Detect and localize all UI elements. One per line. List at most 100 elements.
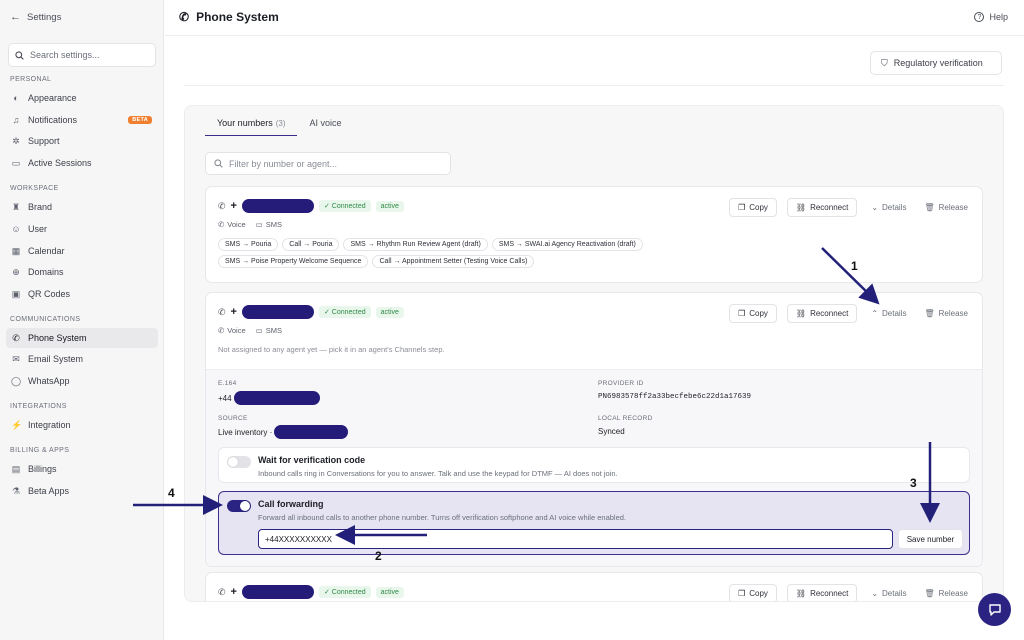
sidebar-item-email-system[interactable]: ✉ Email System — [6, 349, 158, 369]
provider-id-label: PROVIDER ID — [598, 380, 644, 387]
regulatory-verification-button[interactable]: ⛉ Regulatory verification — [870, 51, 1002, 75]
sidebar-item-active-sessions[interactable]: ▭ Active Sessions — [6, 153, 158, 173]
assignment-chip: Call → Appointment Setter (Testing Voice… — [372, 255, 535, 268]
phone-icon: ✆ — [218, 326, 225, 335]
assignment-chip: SMS → SWAI.ai Agency Reactivation (draft… — [491, 238, 643, 251]
option-description: Inbound calls ring in Conversations for … — [258, 469, 618, 478]
e164-prefix: +44 — [218, 393, 232, 403]
sidebar-item-label: Beta Apps — [28, 486, 70, 496]
search-icon — [15, 50, 24, 60]
sidebar-item-billings[interactable]: ▤ Billings — [6, 459, 158, 479]
connected-badge: ✓ Connected — [318, 200, 371, 212]
redacted-number — [241, 305, 314, 319]
sidebar-item-appearance[interactable]: ◐ Appearance — [6, 88, 158, 108]
sidebar-item-whatsapp[interactable]: ◯ WhatsApp — [6, 371, 158, 391]
section-integrations: INTEGRATIONS — [10, 403, 67, 410]
copy-button[interactable]: ❐ Copy — [729, 198, 777, 217]
sidebar-item-beta-apps[interactable]: ⚗ Beta Apps — [6, 481, 158, 501]
sidebar-item-label: Appearance — [28, 93, 77, 103]
assignment-chips: SMS → Pouria Call → Pouria SMS → Rhythm … — [218, 238, 678, 268]
help-button[interactable]: ? Help — [974, 12, 1008, 22]
details-label: Details — [882, 203, 907, 212]
tab-label: AI voice — [309, 118, 342, 128]
sidebar-item-label: Email System — [28, 354, 84, 364]
chat-button[interactable] — [978, 593, 1011, 626]
sidebar-item-label: Notifications — [28, 115, 78, 125]
reconnect-button[interactable]: ⛓ Reconnect — [786, 304, 858, 323]
plug-icon: ⚡ — [11, 419, 23, 430]
help-circle-icon: ? — [974, 12, 985, 22]
source-label: SOURCE — [218, 415, 248, 422]
sidebar-item-label: Support — [28, 136, 60, 146]
copy-button[interactable]: ❐ Copy — [729, 304, 777, 323]
message-icon: ▭ — [255, 220, 263, 229]
details-button[interactable]: ⌃ Details — [867, 309, 910, 318]
assignment-chip: SMS → Rhythm Run Review Agent (draft) — [343, 238, 488, 251]
call-forwarding-toggle[interactable] — [227, 500, 251, 512]
sidebar-item-integration[interactable]: ⚡ Integration — [6, 415, 158, 435]
filter-input[interactable]: Filter by number or agent... — [205, 152, 451, 175]
sidebar-item-brand[interactable]: ♜ Brand — [6, 197, 158, 217]
release-button[interactable]: 🗑 Release — [920, 589, 972, 598]
search-placeholder: Search settings... — [30, 50, 100, 60]
regulatory-label: Regulatory verification — [893, 58, 983, 68]
redacted-number — [233, 391, 320, 405]
tab-your-numbers[interactable]: Your numbers (3) — [205, 106, 298, 136]
divider — [184, 85, 1004, 86]
tab-count: (3) — [275, 119, 286, 128]
chevron-up-icon: ⌃ — [871, 309, 879, 318]
release-label: Release — [938, 309, 968, 318]
annotation-label-1: 1 — [851, 259, 858, 273]
sidebar-item-domains[interactable]: ⊕ Domains — [6, 262, 158, 282]
number-plus: + — [230, 200, 237, 212]
reconnect-button[interactable]: ⛓ Reconnect — [786, 584, 858, 601]
trash-icon: 🗑 — [924, 203, 935, 212]
number-card-3: ✆ + ✓ Connected active ❐ Copy ⛓ Reconnect … — [205, 572, 983, 601]
copy-button[interactable]: ❐ Copy — [729, 584, 777, 601]
phone-icon: ✆ — [218, 220, 225, 229]
sidebar-item-calendar[interactable]: ▦ Calendar — [6, 241, 158, 261]
qr-code-icon: ▣ — [11, 288, 21, 299]
sidebar-item-label: Calendar — [28, 246, 65, 256]
top-bar: ✆ Phone System ? Help — [165, 0, 1024, 36]
settings-search-input[interactable]: Search settings... — [8, 43, 156, 67]
phone-icon: ✆ — [179, 10, 190, 24]
link-icon: ⛓ — [795, 589, 807, 598]
section-billing: BILLING & APPS — [10, 447, 70, 454]
voice-capability: ✆ Voice — [218, 326, 246, 335]
reconnect-button[interactable]: ⛓ Reconnect — [786, 198, 858, 217]
toggle-knob — [228, 457, 238, 467]
sidebar-item-notifications[interactable]: ♫ Notifications BETA — [6, 110, 158, 130]
sidebar-item-label: Domains — [28, 267, 64, 277]
capability-label: SMS — [265, 326, 283, 335]
forward-number-input[interactable]: +44XXXXXXXXXX — [258, 529, 893, 549]
assignment-chip: Call → Pouria — [282, 238, 340, 251]
phone-icon: ✆ — [218, 306, 226, 317]
save-number-button[interactable]: Save number — [898, 529, 963, 549]
back-to-settings[interactable]: ← Settings — [10, 11, 61, 23]
sidebar-item-phone-system[interactable]: ✆ Phone System — [6, 328, 158, 348]
chevron-down-icon: ⌄ — [871, 203, 879, 212]
chevron-down-icon: ⌄ — [871, 589, 879, 598]
sidebar-item-support[interactable]: ✲ Support — [6, 131, 158, 151]
sidebar-item-user[interactable]: ☺ User — [6, 219, 158, 239]
tab-ai-voice[interactable]: AI voice — [297, 106, 353, 136]
details-button[interactable]: ⌄ Details — [867, 589, 910, 598]
wait-verification-toggle[interactable] — [227, 456, 251, 468]
sidebar-item-qr-codes[interactable]: ▣ QR Codes — [6, 284, 158, 304]
phone-icon: ✆ — [12, 332, 20, 343]
capability-label: Voice — [227, 326, 246, 335]
details-button[interactable]: ⌄ Details — [867, 203, 910, 212]
card-actions: ❐ Copy ⛓ Reconnect ⌄ Details 🗑 Release — [729, 584, 972, 601]
sidebar-item-label: WhatsApp — [28, 376, 70, 386]
reconnect-label: Reconnect — [810, 589, 849, 598]
toggle-knob — [240, 501, 250, 511]
number-card-1: ✆ + ✓ Connected active ✆ Voice ▭ SMS SMS →… — [205, 186, 983, 283]
release-button[interactable]: 🗑 Release — [920, 203, 972, 212]
back-label: Settings — [27, 11, 62, 23]
chat-bubble-icon — [988, 603, 1001, 616]
sidebar-item-label: QR Codes — [28, 289, 71, 299]
assignment-chip: SMS → Pouria — [218, 238, 279, 251]
number-card-2: ✆ + ✓ Connected active ✆ Voice ▭ SMS Not a… — [205, 292, 983, 567]
release-button[interactable]: 🗑 Release — [920, 309, 972, 318]
